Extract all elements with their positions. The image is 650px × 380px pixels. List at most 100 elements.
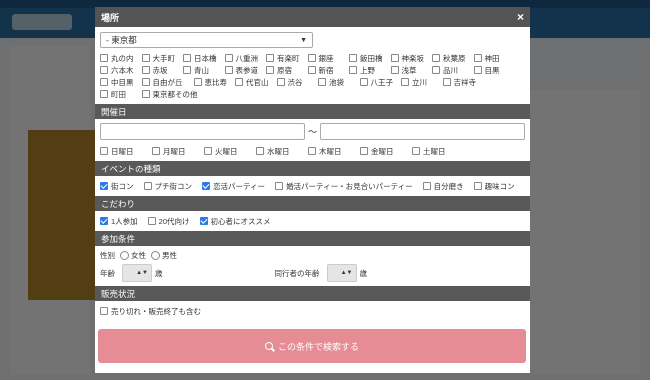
checkbox-box[interactable] bbox=[147, 217, 156, 225]
area-checkbox[interactable]: 六本木 bbox=[100, 64, 142, 76]
checkbox-box[interactable] bbox=[204, 147, 212, 155]
area-checkbox[interactable]: 上野 bbox=[349, 64, 391, 76]
checkbox-box[interactable] bbox=[473, 66, 482, 74]
checkbox-box[interactable] bbox=[442, 78, 451, 86]
event-type-checkbox[interactable]: プチ街コン bbox=[143, 180, 192, 192]
checkbox-box[interactable] bbox=[141, 54, 150, 62]
checkbox-box[interactable] bbox=[141, 78, 150, 86]
search-button[interactable]: この条件で検索する bbox=[98, 329, 526, 363]
area-checkbox[interactable]: 原宿 bbox=[266, 64, 308, 76]
checkbox-box[interactable] bbox=[152, 147, 160, 155]
area-checkbox[interactable]: 東京都その他 bbox=[141, 88, 198, 100]
kodawari-checkbox[interactable]: 初心者にオススメ bbox=[199, 215, 271, 227]
area-checkbox[interactable]: 浅草 bbox=[390, 64, 433, 76]
checkbox-box[interactable] bbox=[141, 66, 150, 74]
checkbox-box[interactable] bbox=[422, 182, 431, 190]
date-from-input[interactable] bbox=[100, 123, 305, 140]
checkbox-box[interactable] bbox=[100, 54, 108, 62]
area-checkbox[interactable]: 吉祥寺 bbox=[442, 76, 485, 88]
checkbox-box[interactable] bbox=[100, 78, 108, 86]
checkbox-box[interactable] bbox=[360, 147, 368, 155]
area-checkbox[interactable]: 有楽町 bbox=[266, 52, 308, 64]
gender-female-label[interactable]: 女性 bbox=[131, 250, 146, 261]
area-checkbox[interactable]: 恵比寿 bbox=[193, 76, 236, 88]
area-checkbox[interactable]: 神田 bbox=[473, 52, 516, 64]
area-checkbox[interactable]: 池袋 bbox=[318, 76, 360, 88]
area-checkbox[interactable]: 表参道 bbox=[224, 64, 267, 76]
checkbox-box[interactable] bbox=[183, 66, 191, 74]
event-type-checkbox[interactable]: 趣味コン bbox=[473, 180, 515, 192]
area-checkbox[interactable]: 目黒 bbox=[473, 64, 516, 76]
kodawari-checkbox[interactable]: 1人参加 bbox=[100, 215, 138, 227]
weekday-checkbox[interactable]: 月曜日 bbox=[152, 145, 204, 157]
age-select[interactable]: ▲▼ bbox=[122, 264, 152, 282]
checkbox-checked[interactable] bbox=[202, 182, 210, 190]
area-checkbox[interactable]: 八王子 bbox=[359, 76, 402, 88]
area-checkbox[interactable]: 飯田橋 bbox=[349, 52, 391, 64]
checkbox-box[interactable] bbox=[307, 66, 316, 74]
checkbox-box[interactable] bbox=[100, 307, 108, 315]
weekday-checkbox[interactable]: 木曜日 bbox=[308, 145, 360, 157]
close-icon[interactable]: × bbox=[517, 11, 524, 23]
checkbox-box[interactable] bbox=[432, 66, 440, 74]
weekday-checkbox[interactable]: 金曜日 bbox=[360, 145, 412, 157]
checkbox-box[interactable] bbox=[349, 66, 357, 74]
weekday-checkbox[interactable]: 土曜日 bbox=[412, 145, 464, 157]
event-type-checkbox[interactable]: 恋活パーティー bbox=[202, 180, 265, 192]
checkbox-box[interactable] bbox=[100, 90, 108, 98]
checkbox-box[interactable] bbox=[100, 66, 108, 74]
checkbox-box[interactable] bbox=[143, 182, 152, 190]
area-checkbox[interactable]: 渋谷 bbox=[276, 76, 319, 88]
checkbox-box[interactable] bbox=[401, 78, 409, 86]
area-checkbox[interactable]: 秋葉原 bbox=[432, 52, 474, 64]
checkbox-box[interactable] bbox=[359, 78, 368, 86]
area-checkbox[interactable]: 丸の内 bbox=[100, 52, 142, 64]
checkbox-box[interactable] bbox=[266, 54, 274, 62]
companion-age-select[interactable]: ▲▼ bbox=[326, 264, 357, 282]
checkbox-box[interactable] bbox=[193, 78, 202, 86]
area-checkbox[interactable]: 日本橋 bbox=[183, 52, 225, 64]
checkbox-box[interactable] bbox=[390, 66, 399, 74]
checkbox-box[interactable] bbox=[100, 147, 108, 155]
gender-female-radio[interactable] bbox=[120, 250, 129, 260]
checkbox-box[interactable] bbox=[318, 78, 326, 86]
checkbox-checked[interactable] bbox=[100, 182, 108, 190]
weekday-checkbox[interactable]: 日曜日 bbox=[100, 145, 152, 157]
kodawari-checkbox[interactable]: 20代向け bbox=[147, 215, 190, 227]
area-checkbox[interactable]: 町田 bbox=[100, 88, 142, 100]
prefecture-select[interactable]: - 東京都 ▼ bbox=[100, 32, 313, 48]
event-type-checkbox[interactable]: 街コン bbox=[100, 180, 134, 192]
include-sold-out-checkbox[interactable]: 売り切れ・販売終了も含む bbox=[100, 305, 525, 317]
checkbox-box[interactable] bbox=[308, 147, 316, 155]
area-checkbox[interactable]: 代官山 bbox=[235, 76, 277, 88]
area-checkbox[interactable]: 自由が丘 bbox=[141, 76, 194, 88]
gender-male-label[interactable]: 男性 bbox=[162, 250, 177, 261]
checkbox-box[interactable] bbox=[432, 54, 440, 62]
area-checkbox[interactable]: 赤坂 bbox=[141, 64, 184, 76]
checkbox-box[interactable] bbox=[266, 66, 274, 74]
gender-male-radio[interactable] bbox=[151, 250, 160, 260]
checkbox-box[interactable] bbox=[473, 54, 482, 62]
checkbox-box[interactable] bbox=[276, 78, 285, 86]
area-checkbox[interactable]: 青山 bbox=[183, 64, 225, 76]
checkbox-box[interactable] bbox=[307, 54, 316, 62]
checkbox-box[interactable] bbox=[390, 54, 399, 62]
date-to-input[interactable] bbox=[320, 123, 525, 140]
checkbox-checked[interactable] bbox=[199, 217, 208, 225]
area-checkbox[interactable]: 八重洲 bbox=[224, 52, 267, 64]
area-checkbox[interactable]: 品川 bbox=[432, 64, 474, 76]
area-checkbox[interactable]: 神楽坂 bbox=[390, 52, 433, 64]
area-checkbox[interactable]: 新宿 bbox=[307, 64, 350, 76]
checkbox-box[interactable] bbox=[473, 182, 482, 190]
checkbox-box[interactable] bbox=[224, 54, 233, 62]
event-type-checkbox[interactable]: 自分磨き bbox=[422, 180, 464, 192]
event-type-checkbox[interactable]: 婚活パーティー・お見合いパーティー bbox=[275, 180, 413, 192]
checkbox-box[interactable] bbox=[235, 78, 243, 86]
area-checkbox[interactable]: 中目黒 bbox=[100, 76, 142, 88]
weekday-checkbox[interactable]: 火曜日 bbox=[204, 145, 256, 157]
checkbox-box[interactable] bbox=[141, 90, 150, 98]
checkbox-box[interactable] bbox=[412, 147, 420, 155]
checkbox-box[interactable] bbox=[349, 54, 357, 62]
area-checkbox[interactable]: 銀座 bbox=[307, 52, 350, 64]
area-checkbox[interactable]: 立川 bbox=[401, 76, 443, 88]
